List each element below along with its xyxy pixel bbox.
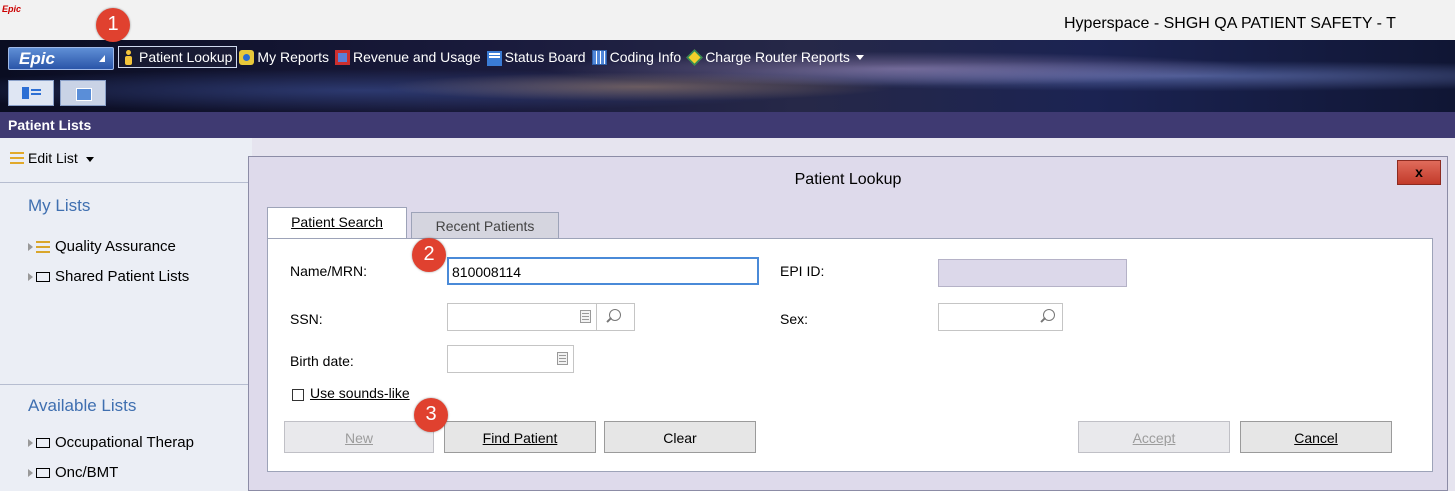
chevron-down-icon	[85, 156, 94, 162]
cancel-button[interactable]: Cancel	[1240, 421, 1392, 453]
expand-arrow-icon[interactable]	[28, 439, 33, 448]
divider	[0, 384, 252, 385]
toolbar-my-reports[interactable]: My Reports	[237, 47, 333, 67]
clear-button[interactable]: Clear	[604, 421, 756, 453]
step-badge-1: 1	[96, 8, 130, 42]
name-mrn-input[interactable]: 810008114	[447, 257, 759, 285]
ssn-label: SSN:	[290, 311, 323, 327]
my-lists-title: My Lists	[28, 196, 91, 215]
tab-patient-search[interactable]: Patient Search	[267, 207, 407, 239]
button-label: Cancel	[1294, 430, 1338, 446]
ssn-input[interactable]	[447, 303, 597, 331]
tree-item-label: Quality Assurance	[55, 238, 176, 255]
sex-input[interactable]	[938, 303, 1063, 331]
step-badge-2: 2	[412, 238, 446, 272]
workspace-tab-patient-list[interactable]	[8, 80, 54, 106]
search-icon	[609, 309, 621, 321]
button-label: New	[344, 430, 373, 446]
list-icon	[36, 241, 50, 254]
tree-item-quality-assurance[interactable]: Quality Assurance	[28, 238, 176, 255]
accept-button[interactable]: Accept	[1078, 421, 1230, 453]
sex-label: Sex:	[780, 311, 809, 327]
revenue-icon	[334, 49, 350, 65]
close-button[interactable]: x	[1397, 160, 1441, 185]
patient-lookup-dialog: Patient Lookup x Patient Search Recent P…	[248, 156, 1448, 491]
epic-menu-arrow-icon	[99, 55, 105, 62]
toolbar-label: Charge Router Reports	[705, 49, 850, 65]
tree-item-label: Occupational Therap	[55, 434, 194, 451]
ssn-search-button[interactable]	[597, 303, 635, 331]
toolbar-label: My Reports	[257, 49, 329, 65]
toolbar-patient-lookup[interactable]: Patient Lookup	[118, 46, 238, 68]
toolbar-label: Coding Info	[609, 49, 682, 65]
tab-label: Patient Search	[291, 214, 383, 230]
epic-button-label: Epic	[19, 49, 55, 68]
button-label: Accept	[1132, 430, 1176, 446]
tab-recent-patients[interactable]: Recent Patients	[411, 212, 559, 239]
new-button[interactable]: New	[284, 421, 434, 453]
edit-list-label: Edit List	[28, 150, 78, 166]
calendar-icon[interactable]	[557, 352, 568, 365]
divider	[0, 182, 252, 183]
find-patient-button[interactable]: Find Patient	[444, 421, 596, 453]
epic-app-icon: Epic	[2, 4, 22, 14]
tree-item-onc-bmt[interactable]: Onc/BMT	[28, 464, 118, 481]
reports-icon	[239, 49, 255, 65]
birth-date-label: Birth date:	[290, 353, 354, 369]
edit-list-button[interactable]: Edit List	[10, 150, 94, 166]
charge-router-icon	[686, 48, 703, 66]
workspace-tab-second[interactable]	[60, 80, 106, 106]
sounds-like-text: Use sounds-like	[310, 385, 410, 401]
expand-arrow-icon[interactable]	[28, 469, 33, 478]
calculator-icon[interactable]	[580, 310, 591, 323]
expand-arrow-icon[interactable]	[28, 273, 33, 282]
epi-id-label: EPI ID:	[780, 263, 825, 279]
toolbar: Patient Lookup My Reports Revenue and Us…	[118, 43, 868, 71]
expand-arrow-icon[interactable]	[28, 243, 33, 252]
epi-id-input[interactable]	[938, 259, 1127, 287]
patient-lists-header: Patient Lists	[0, 112, 1455, 138]
folder-icon	[36, 468, 50, 479]
toolbar-label: Status Board	[504, 49, 586, 65]
toolbar-label: Patient Lookup	[139, 49, 233, 65]
coding-info-icon	[591, 49, 607, 65]
birth-date-input[interactable]	[447, 345, 574, 373]
toolbar-label: Revenue and Usage	[352, 49, 481, 65]
edit-list-icon	[10, 152, 24, 164]
button-label: Clear	[663, 430, 697, 446]
sounds-like-checkbox[interactable]	[292, 389, 304, 401]
available-lists-title: Available Lists	[28, 396, 137, 415]
window-title: Hyperspace - SHGH QA PATIENT SAFETY - T	[1064, 15, 1396, 32]
folder-icon	[36, 438, 50, 449]
chevron-down-icon	[855, 54, 864, 60]
window-title-bar: Epic Hyperspace - SHGH QA PATIENT SAFETY…	[0, 0, 1455, 40]
toolbar-status-board[interactable]: Status Board	[485, 47, 590, 68]
dialog-title: Patient Lookup	[794, 171, 902, 188]
search-icon[interactable]	[1043, 309, 1055, 321]
tab-label: Recent Patients	[435, 218, 535, 234]
person-icon	[121, 49, 136, 65]
tree-item-label: Onc/BMT	[55, 464, 119, 481]
toolbar-charge-router-reports[interactable]: Charge Router Reports	[685, 47, 868, 67]
name-mrn-label: Name/MRN:	[290, 263, 368, 279]
button-label: Find Patient	[482, 430, 558, 446]
tree-item-occupational-therapy[interactable]: Occupational Therap	[28, 434, 194, 451]
status-board-icon	[486, 50, 502, 66]
epic-menu-button[interactable]: Epic	[8, 47, 114, 70]
sounds-like-label[interactable]: Use sounds-like	[310, 385, 410, 401]
folder-icon	[36, 272, 50, 283]
tree-item-label: Shared Patient Lists	[55, 268, 190, 285]
toolbar-revenue-and-usage[interactable]: Revenue and Usage	[333, 47, 485, 67]
toolbar-coding-info[interactable]: Coding Info	[590, 47, 686, 67]
step-badge-3: 3	[414, 398, 448, 432]
patient-lists-sidebar: Edit List My Lists Quality Assurance Sha…	[0, 138, 252, 491]
tree-item-shared-patient-lists[interactable]: Shared Patient Lists	[28, 268, 189, 285]
